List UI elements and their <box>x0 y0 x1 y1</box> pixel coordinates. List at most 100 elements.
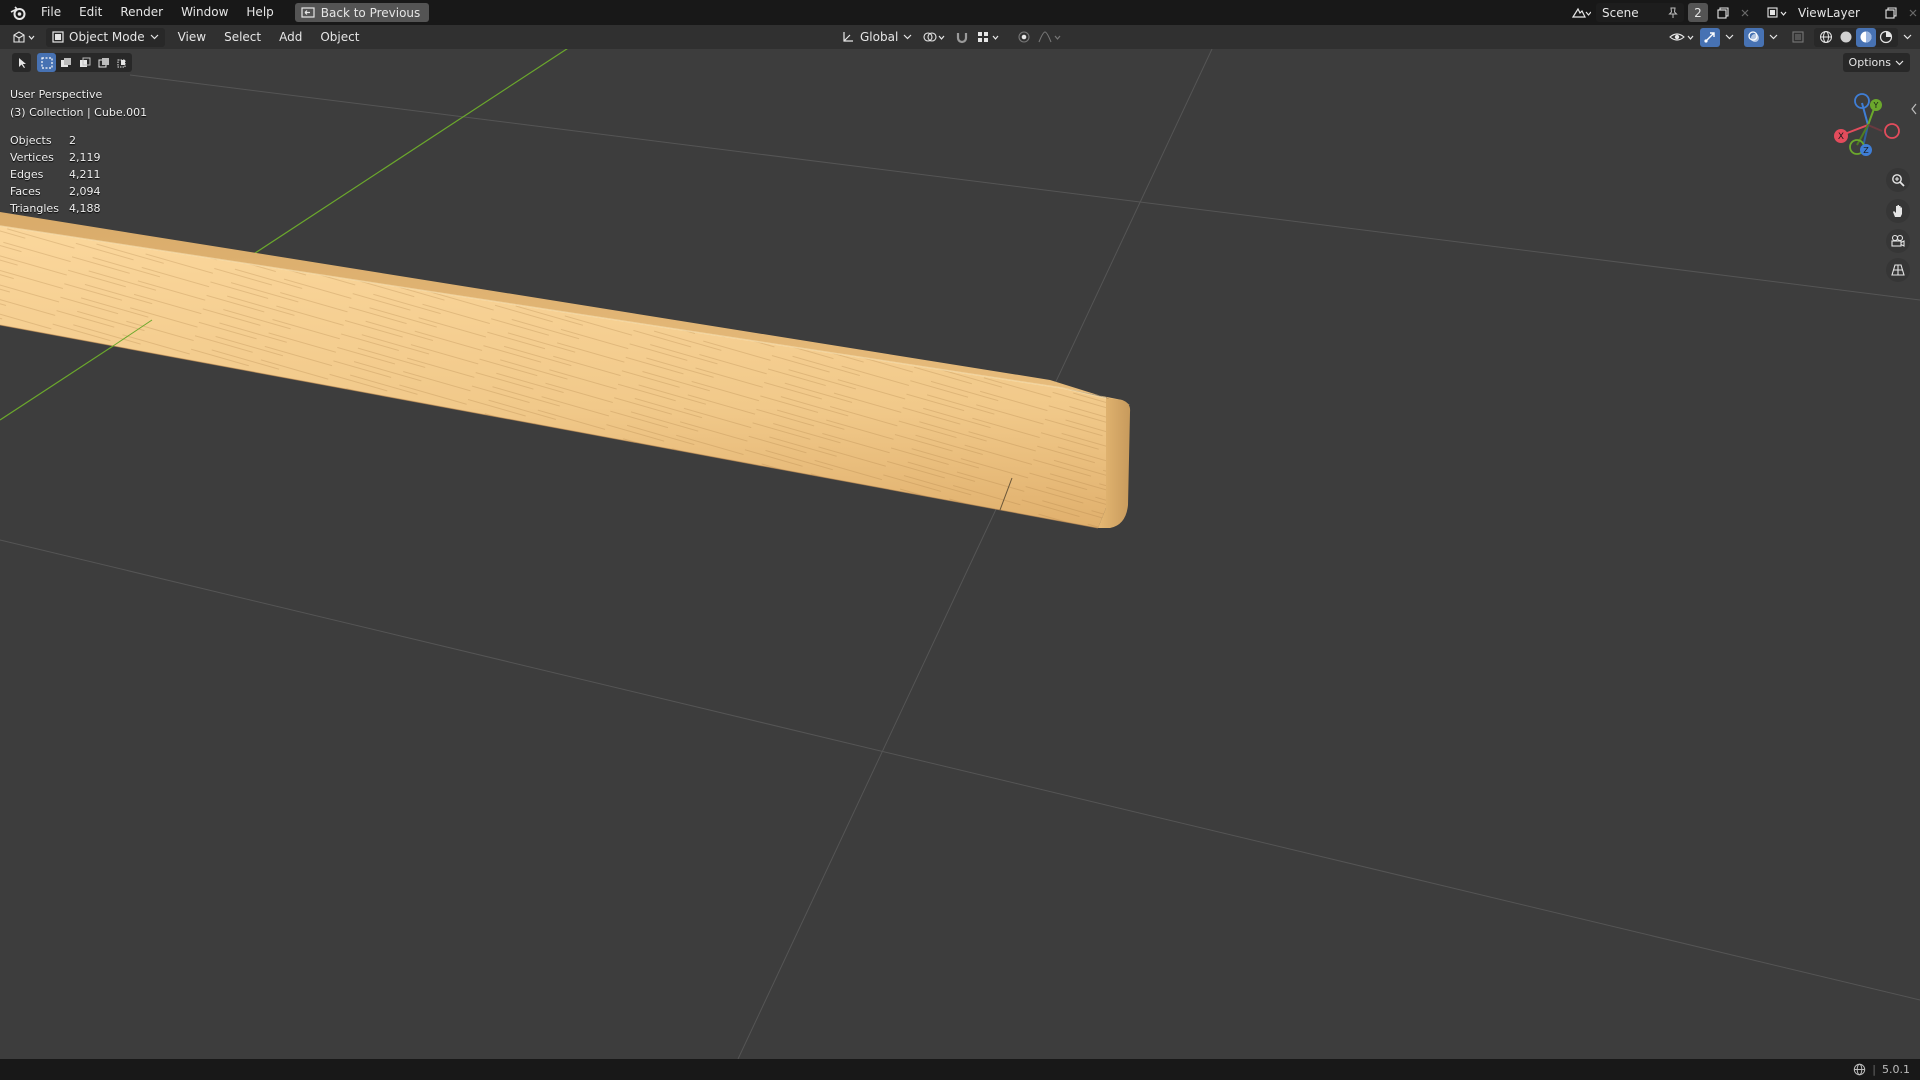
view-perspective-label: User Perspective <box>10 88 103 101</box>
menu-edit[interactable]: Edit <box>70 0 111 25</box>
new-scene-button[interactable] <box>1712 3 1734 22</box>
scene-selector: Scene 2 <box>1570 3 1752 22</box>
navigation-gizmo[interactable]: Y X Z <box>1820 89 1920 169</box>
menu-help[interactable]: Help <box>237 0 282 25</box>
zoom-icon <box>1892 174 1905 187</box>
select-subtract-icon <box>79 57 90 67</box>
rendered-shading-button[interactable] <box>1876 28 1896 47</box>
select-new-button[interactable] <box>37 53 56 72</box>
wireframe-icon <box>1820 31 1832 43</box>
stat-label: Edges <box>10 168 44 181</box>
options-dropdown[interactable]: Options <box>1842 53 1910 72</box>
scene-name-field[interactable]: Scene <box>1596 3 1684 22</box>
pivot-point-dropdown[interactable] <box>921 28 949 47</box>
stat-label: Vertices <box>10 151 54 164</box>
header-menu-select[interactable]: Select <box>215 25 270 49</box>
grid-line <box>737 49 1213 1059</box>
view-layer-name-field[interactable]: ViewLayer <box>1792 3 1876 22</box>
gizmo-options-dropdown[interactable] <box>1722 28 1736 47</box>
stat-label: Faces <box>10 185 41 198</box>
object-mode-dropdown[interactable]: Object Mode <box>46 27 165 47</box>
top-right-controls: Scene 2 ViewLayer <box>1570 0 1920 25</box>
stat-value: 4,211 <box>69 168 101 181</box>
blender-version: 5.0.1 <box>1882 1063 1910 1076</box>
camera-icon <box>1891 234 1905 247</box>
delete-scene-button[interactable] <box>1738 3 1752 22</box>
overlays-options-dropdown[interactable] <box>1766 28 1780 47</box>
select-invert-icon <box>98 57 109 67</box>
globe-icon[interactable] <box>1853 1063 1866 1076</box>
show-overlays-toggle[interactable] <box>1744 27 1764 47</box>
close-icon <box>1741 9 1749 16</box>
xray-toggle[interactable] <box>1788 28 1808 47</box>
select-intersect-icon <box>117 59 125 67</box>
proportional-editing-toggle[interactable] <box>1014 28 1034 47</box>
zoom-view-button[interactable] <box>1886 168 1910 192</box>
solid-shading-button[interactable] <box>1836 28 1856 47</box>
stat-row: Edges 4,211 <box>10 166 101 183</box>
selection-mode-group <box>37 53 132 72</box>
xray-icon <box>1792 31 1804 43</box>
header-menu-add[interactable]: Add <box>270 25 311 49</box>
header-menu-view[interactable]: View <box>169 25 215 49</box>
material-preview-shading-button[interactable] <box>1856 27 1876 47</box>
gizmo-icon <box>1704 32 1715 43</box>
menu-file[interactable]: File <box>32 0 70 25</box>
transform-orientation-label: Global <box>860 30 899 44</box>
3d-viewport-icon <box>13 31 35 43</box>
view-layer-browse-button[interactable] <box>1766 3 1788 22</box>
menu-window[interactable]: Window <box>172 0 237 25</box>
proportional-falloff-dropdown[interactable] <box>1037 28 1065 47</box>
view-layer-name: ViewLayer <box>1798 5 1860 20</box>
rendered-sphere-icon <box>1879 30 1893 44</box>
pan-view-button[interactable] <box>1886 199 1910 223</box>
gizmo-x-label: X <box>1838 132 1844 142</box>
top-bar: File Edit Render Window Help Back to Pre… <box>0 0 1920 25</box>
select-intersect-button[interactable] <box>113 53 132 72</box>
scene-browse-button[interactable] <box>1570 3 1592 22</box>
back-to-previous-button[interactable]: Back to Previous <box>294 3 430 22</box>
cursor-arrow-icon <box>18 57 26 68</box>
new-view-layer-button[interactable] <box>1880 3 1902 22</box>
editor-type-button[interactable] <box>10 28 40 47</box>
solid-sphere-icon <box>1840 31 1852 43</box>
gizmo-z-label: Z <box>1863 146 1869 155</box>
delete-view-layer-button[interactable] <box>1906 3 1920 22</box>
pin-icon[interactable] <box>1668 7 1678 19</box>
select-invert-button[interactable] <box>94 53 113 72</box>
gizmo-neg-x-icon[interactable] <box>1884 123 1900 139</box>
wooden-beam-object[interactable] <box>0 212 1131 529</box>
shading-options-dropdown[interactable] <box>1900 28 1914 47</box>
stat-row: Vertices 2,119 <box>10 149 101 166</box>
select-tool-button[interactable] <box>12 53 31 72</box>
selectability-visibility-dropdown[interactable] <box>1668 28 1698 47</box>
snap-toggle[interactable] <box>952 28 972 47</box>
select-subtract-button[interactable] <box>75 53 94 72</box>
chevron-down-icon <box>1903 34 1911 40</box>
object-mode-label: Object Mode <box>69 30 145 44</box>
wireframe-shading-button[interactable] <box>1816 28 1836 47</box>
scene-users-count[interactable]: 2 <box>1688 3 1708 22</box>
stat-label: Objects <box>10 134 52 147</box>
show-gizmo-toggle[interactable] <box>1700 27 1720 47</box>
menu-render[interactable]: Render <box>111 0 172 25</box>
stat-value: 2,119 <box>69 151 101 164</box>
blender-logo-icon[interactable] <box>4 5 32 20</box>
toggle-perspective-button[interactable] <box>1886 258 1910 282</box>
viewport-scene[interactable] <box>0 49 1920 1059</box>
object-mode-icon <box>52 31 64 43</box>
transform-tools: Global <box>835 25 1065 49</box>
select-extend-button[interactable] <box>56 53 75 72</box>
snap-target-dropdown[interactable] <box>975 28 1003 47</box>
stat-value: 2 <box>69 134 76 147</box>
transform-orientation-dropdown[interactable]: Global <box>835 28 918 47</box>
chevron-down-icon <box>1769 34 1777 40</box>
viewport-header: Object Mode View Select Add Object Globa… <box>0 25 1920 49</box>
snap-increment-icon <box>978 32 999 42</box>
duplicate-icon <box>1885 6 1897 19</box>
camera-view-button[interactable] <box>1886 229 1910 253</box>
back-to-previous-label: Back to Previous <box>320 5 421 20</box>
chevron-down-icon <box>150 34 159 40</box>
3d-viewport[interactable]: User Perspective (3) Collection | Cube.0… <box>0 49 1920 1059</box>
header-menu-object[interactable]: Object <box>311 25 368 49</box>
